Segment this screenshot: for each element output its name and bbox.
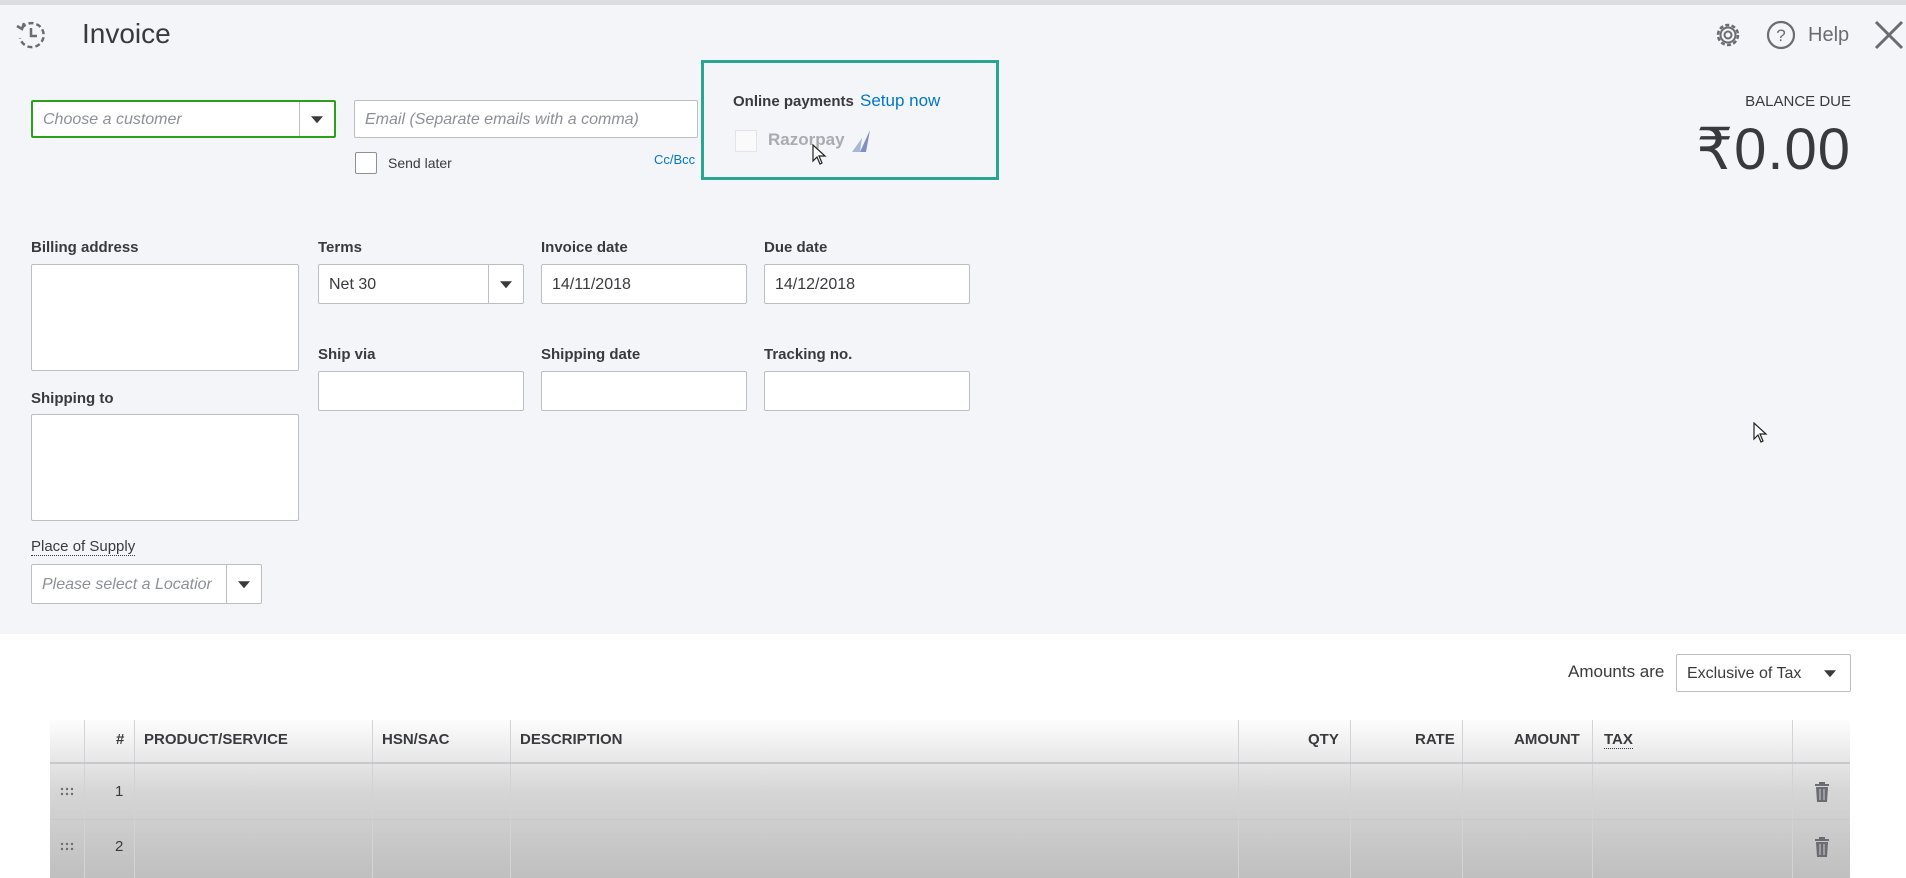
tracking-no-label: Tracking no. (764, 346, 853, 363)
place-of-supply-label-wrap: Place of Supply (31, 538, 136, 556)
online-payments-box (701, 60, 999, 180)
razorpay-logo-icon (852, 130, 870, 152)
setup-now-link[interactable]: Setup now (860, 91, 940, 111)
help-icon[interactable]: ? (1766, 20, 1796, 50)
chevron-down-icon (311, 116, 323, 124)
customer-placeholder: Choose a customer (43, 111, 182, 128)
place-of-supply-dropdown-button[interactable] (226, 565, 261, 603)
billing-address-label: Billing address (31, 239, 139, 256)
terms-value: Net 30 (329, 276, 377, 293)
column-divider (1462, 720, 1463, 878)
amounts-are-label: Amounts are (1568, 662, 1665, 681)
column-header-qty: QTY (1308, 731, 1339, 748)
column-divider (510, 720, 511, 878)
chevron-down-icon (1824, 670, 1836, 678)
invoice-date-label: Invoice date (541, 239, 628, 256)
page-title: Invoice (82, 18, 171, 49)
email-input[interactable]: Email (Separate emails with a comma) (354, 100, 698, 138)
ship-via-field[interactable] (318, 371, 524, 411)
tracking-no-field[interactable] (764, 371, 970, 411)
column-divider (1238, 720, 1239, 878)
row-number: 2 (115, 838, 124, 855)
amounts-are-select[interactable]: Exclusive of Tax (1676, 654, 1851, 692)
drag-handle-icon[interactable] (60, 787, 74, 797)
shipping-date-field[interactable] (541, 371, 747, 411)
razorpay-label: Razorpay (768, 130, 845, 149)
invoice-date-value: 14/11/2018 (552, 276, 631, 293)
amounts-are-value: Exclusive of Tax (1687, 665, 1802, 682)
place-of-supply-select[interactable]: Please select a Location (31, 564, 262, 604)
header-divider (50, 762, 1850, 764)
column-header-tax: TAX (1604, 731, 1633, 749)
trash-icon[interactable] (1814, 782, 1830, 802)
terms-label: Terms (318, 239, 362, 256)
email-placeholder: Email (Separate emails with a comma) (365, 111, 639, 128)
column-header-hsn-sac: HSN/SAC (382, 731, 450, 748)
chevron-down-icon (238, 581, 250, 589)
ship-via-label: Ship via (318, 346, 376, 363)
due-date-field[interactable]: 14/12/2018 (764, 264, 970, 304)
help-link[interactable]: Help (1808, 24, 1849, 47)
razorpay-checkbox[interactable] (735, 130, 757, 152)
send-later-checkbox[interactable] (355, 152, 377, 174)
row-divider (50, 819, 1850, 820)
due-date-value: 14/12/2018 (775, 276, 856, 293)
column-header-description: DESCRIPTION (520, 731, 623, 748)
cc-bcc-link[interactable]: Cc/Bcc (654, 152, 695, 167)
terms-select[interactable]: Net 30 (318, 264, 524, 304)
invoice-date-field[interactable]: 14/11/2018 (541, 264, 747, 304)
column-divider (134, 720, 135, 878)
column-divider (1592, 720, 1593, 878)
terms-dropdown-button[interactable] (488, 265, 523, 303)
column-header-amount: AMOUNT (1514, 731, 1580, 748)
line-items-table: # PRODUCT/SERVICE HSN/SAC DESCRIPTION QT… (50, 720, 1850, 878)
send-later-label: Send later (388, 155, 452, 171)
shipping-date-label: Shipping date (541, 346, 641, 363)
column-header-product-service: PRODUCT/SERVICE (144, 731, 288, 748)
trash-icon[interactable] (1814, 837, 1830, 857)
column-divider (372, 720, 373, 878)
top-border (0, 0, 1906, 5)
online-payments-label: Online payments (733, 93, 854, 110)
chevron-down-icon (500, 281, 512, 289)
place-of-supply-label: Place of Supply (31, 538, 136, 556)
column-header-number: # (116, 731, 125, 748)
gear-icon[interactable] (1712, 19, 1744, 51)
due-date-label: Due date (764, 239, 828, 256)
billing-address-field[interactable] (31, 264, 299, 371)
recent-transactions-icon[interactable] (14, 18, 48, 52)
row-number: 1 (115, 783, 124, 800)
balance-due-amount: ₹0.00 (1696, 117, 1851, 182)
shipping-to-field[interactable] (31, 414, 299, 521)
drag-handle-icon[interactable] (60, 842, 74, 852)
balance-due-label: BALANCE DUE (1745, 93, 1851, 110)
mouse-cursor-icon (812, 144, 827, 165)
shipping-to-label: Shipping to (31, 390, 114, 407)
place-of-supply-placeholder: Please select a Location (42, 576, 212, 593)
column-header-rate: RATE (1415, 731, 1455, 748)
svg-text:?: ? (1776, 26, 1785, 45)
column-divider (84, 720, 85, 878)
customer-dropdown-button[interactable] (299, 102, 334, 136)
column-divider (1350, 720, 1351, 878)
customer-select[interactable]: Choose a customer (31, 100, 336, 138)
column-divider (1792, 720, 1793, 878)
close-icon[interactable] (1872, 18, 1906, 52)
mouse-cursor-icon (1753, 422, 1768, 443)
